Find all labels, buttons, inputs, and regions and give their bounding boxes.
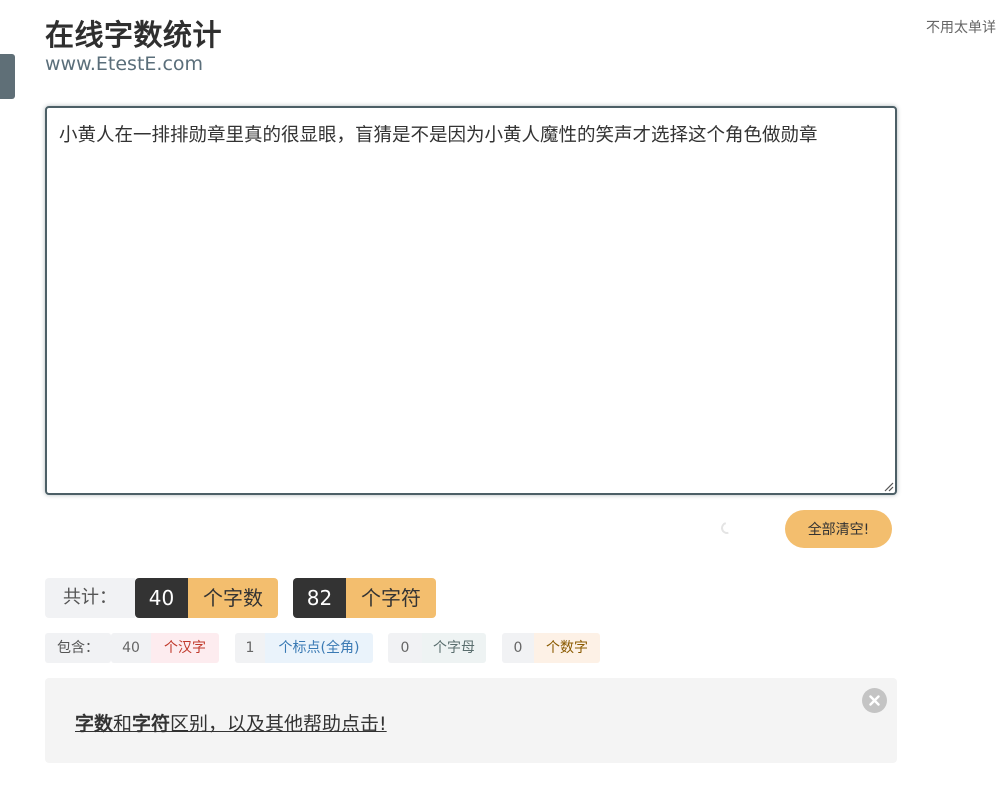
chinese-count-unit: 个汉字 [151,633,219,663]
text-editor[interactable]: 小黄人在一排排勋章里真的很显眼，盲猜是不是因为小黄人魔性的笑声才选择这个角色做勋… [45,106,897,495]
digit-count-value: 0 [502,633,534,663]
help-link[interactable]: 字数和字符区别，以及其他帮助点击! [75,709,387,736]
page: 在线字数统计 www.EtestE.com 不用太单详 小黄人在一排排勋章里真的… [0,0,996,794]
punctuation-count-unit: 个标点(全角) [265,633,373,663]
word-count-value: 40 [135,578,188,618]
digit-count-unit: 个数字 [534,633,600,663]
top-right-note: 不用太单详 [926,20,996,36]
letter-count-chip: 0 个字母 [388,633,486,663]
side-tab[interactable] [0,54,15,99]
help-link-and: 和 [113,713,133,735]
site-url[interactable]: www.EtestE.com [45,53,203,75]
letter-count-value: 0 [388,633,422,663]
word-count-badge: 40 个字数 [135,578,278,618]
digit-count-chip: 0 个数字 [502,633,600,663]
chinese-count-chip: 40 个汉字 [111,633,219,663]
char-count-badge: 82 个字符 [293,578,436,618]
resize-handle-icon[interactable] [882,480,894,492]
loading-spinner-icon [718,519,736,537]
help-link-chars: 字符 [132,713,171,735]
word-count-unit: 个字数 [188,578,278,618]
breakdown-label: 包含： [45,633,111,663]
letter-count-unit: 个字母 [422,633,486,663]
punctuation-count-chip: 1 个标点(全角) [235,633,373,663]
char-count-value: 82 [293,578,346,618]
help-panel: 字数和字符区别，以及其他帮助点击! [45,678,897,763]
site-title: 在线字数统计 [45,18,223,52]
help-link-words: 字数 [75,713,114,735]
total-label: 共计： [45,578,135,618]
chinese-count-value: 40 [111,633,151,663]
help-link-rest: 区别，以及其他帮助点击! [170,713,387,735]
char-count-unit: 个字符 [346,578,436,618]
punctuation-count-value: 1 [235,633,265,663]
close-icon[interactable] [862,688,887,713]
clear-all-button[interactable]: 全部清空! [785,510,892,548]
